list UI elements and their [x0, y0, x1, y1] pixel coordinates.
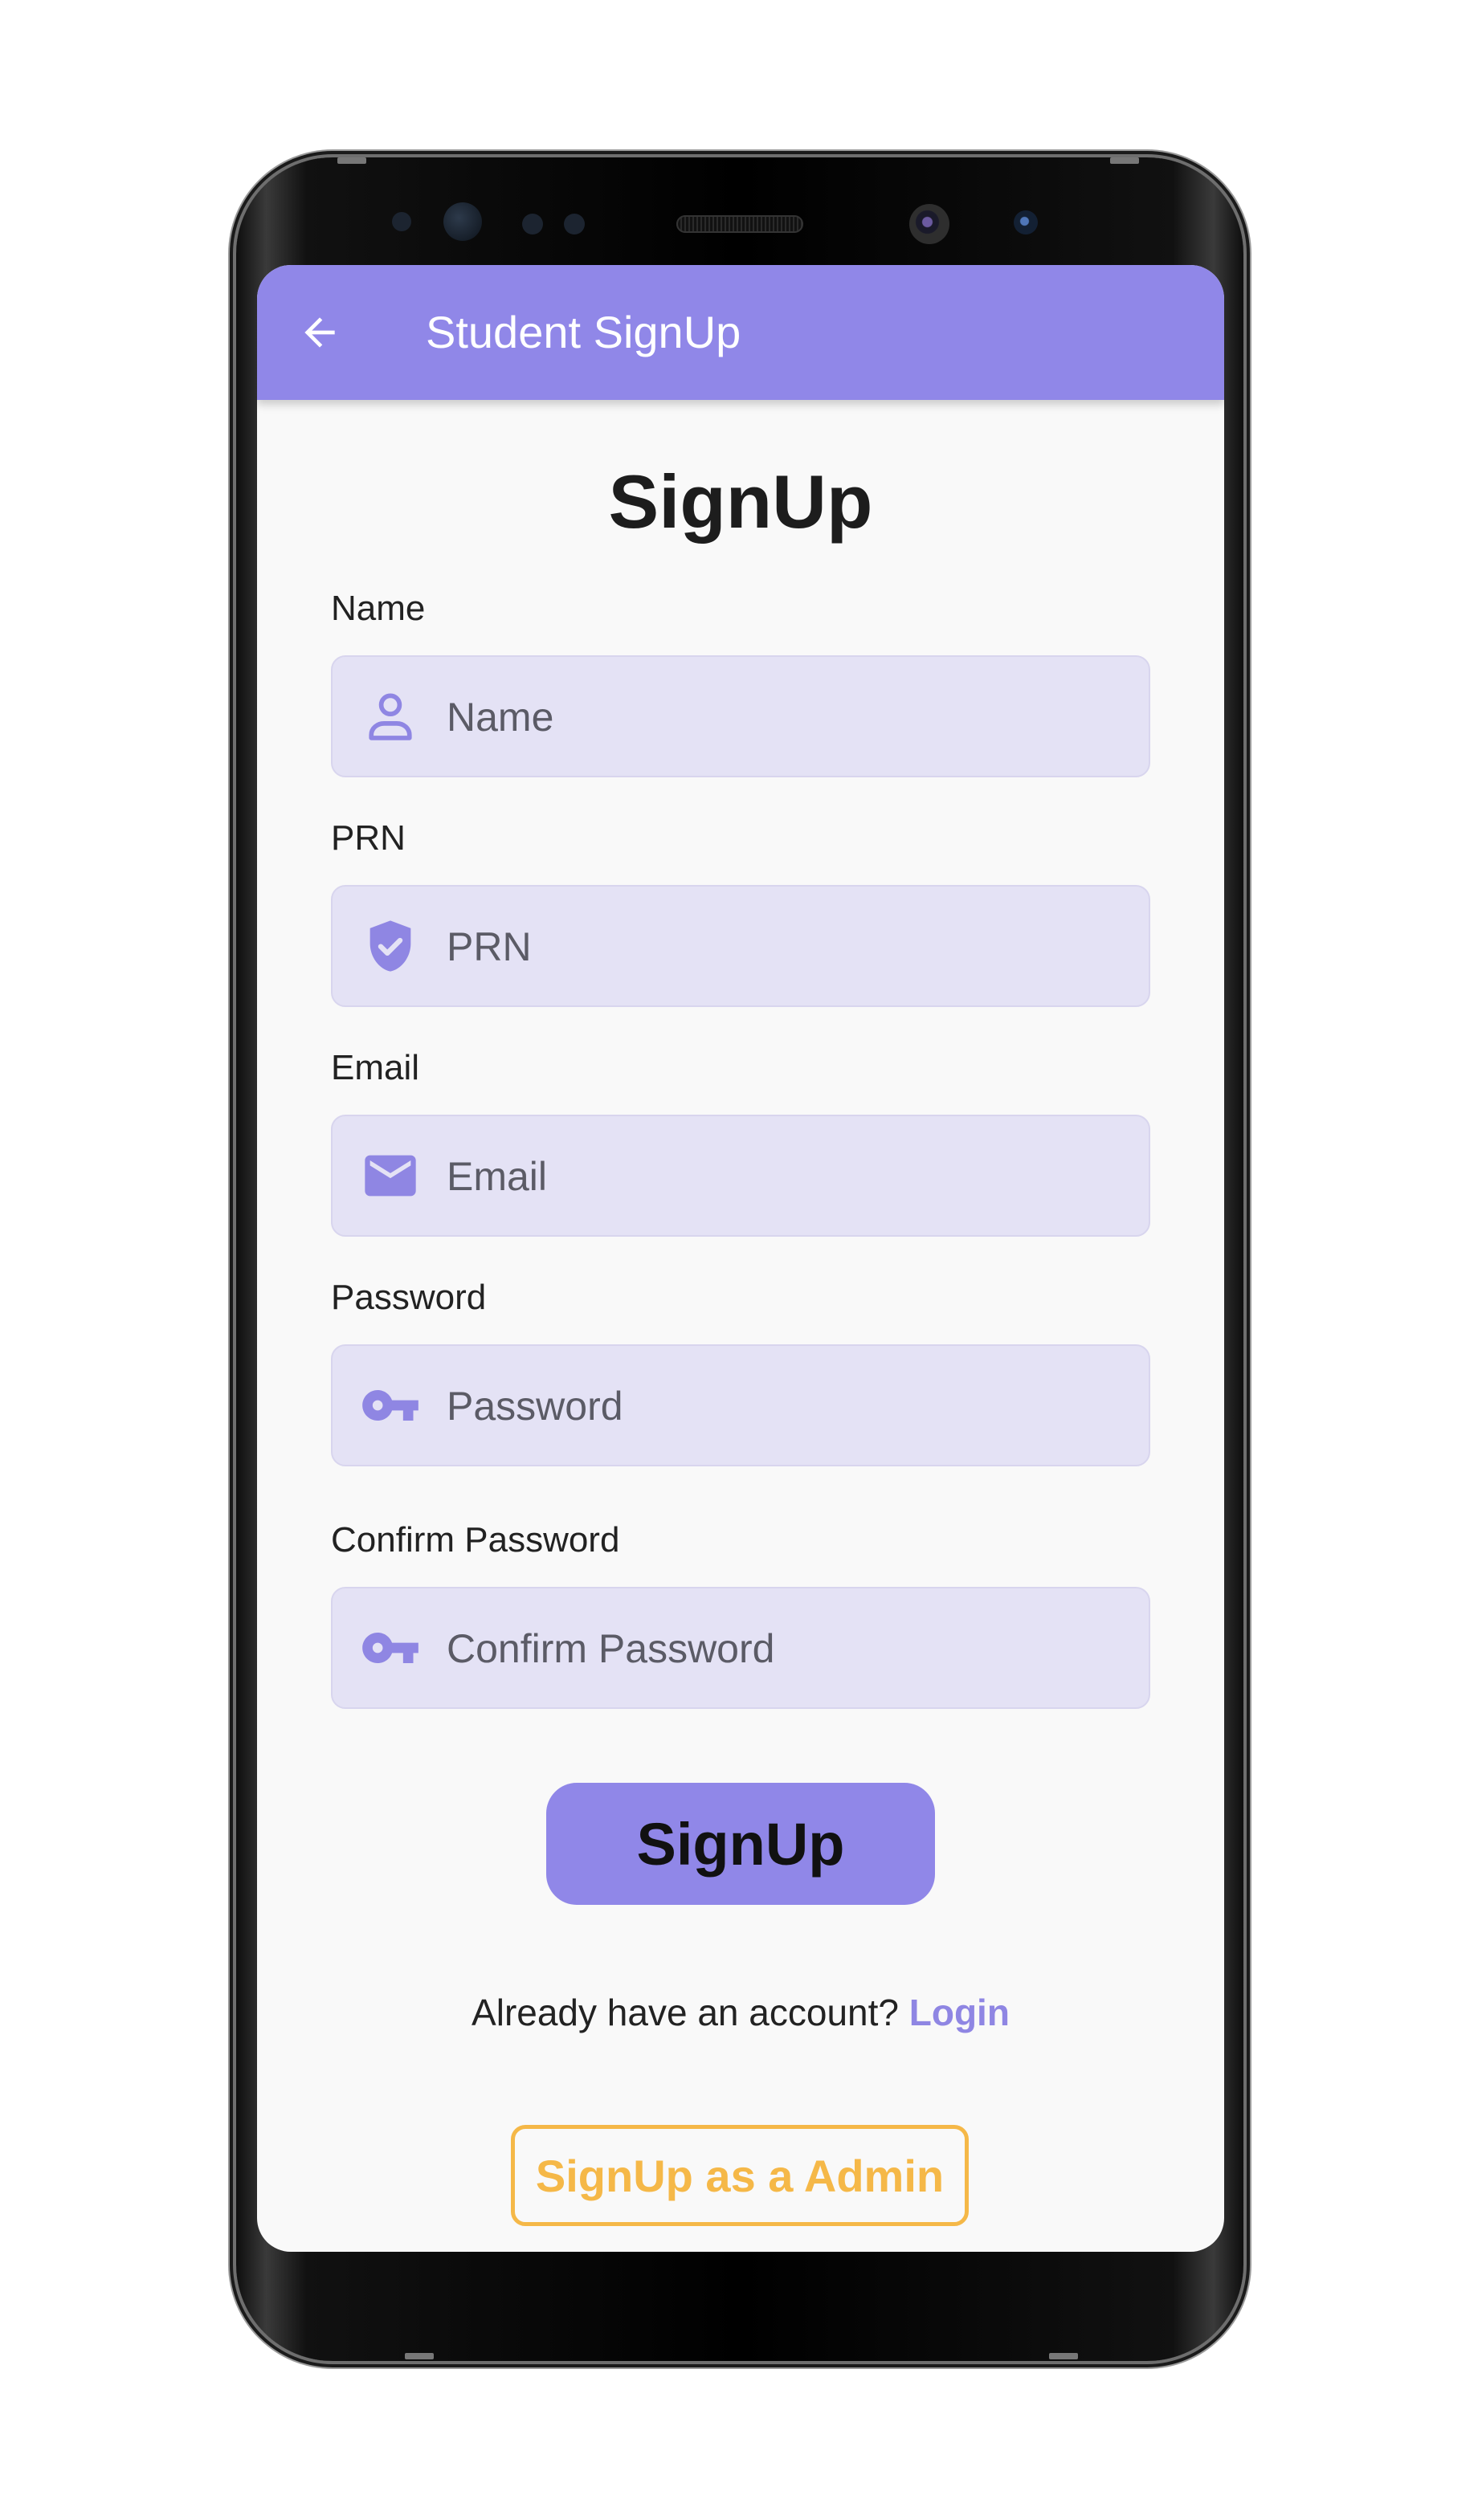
- app-screen: Student SignUp SignUp Name PRN Email: [257, 265, 1224, 2252]
- sensor-icon: [392, 212, 411, 231]
- name-field[interactable]: [331, 655, 1150, 777]
- person-icon: [369, 693, 412, 740]
- login-link[interactable]: Login: [909, 1992, 1010, 2033]
- sensor-icon: [564, 214, 585, 234]
- name-label: Name: [331, 589, 426, 628]
- email-field[interactable]: [331, 1115, 1150, 1237]
- password-field[interactable]: [331, 1344, 1150, 1466]
- key-icon: [362, 1390, 418, 1421]
- arrow-left-icon[interactable]: [297, 310, 342, 355]
- shield-check-icon: [369, 920, 411, 972]
- email-label: Email: [331, 1048, 420, 1087]
- name-input[interactable]: [445, 657, 1123, 777]
- frame-edge: [337, 157, 366, 164]
- sensor-icon: [522, 214, 543, 234]
- frame-edge: [1049, 2353, 1078, 2359]
- prn-label: PRN: [331, 818, 406, 858]
- prn-input[interactable]: [445, 887, 1123, 1007]
- email-input[interactable]: [445, 1116, 1123, 1237]
- mail-icon: [365, 1155, 416, 1197]
- app-bar: Student SignUp: [257, 265, 1224, 400]
- front-camera-icon: [909, 204, 949, 244]
- signup-admin-button[interactable]: SignUp as a Admin: [511, 2125, 969, 2226]
- front-sensor-icon: [1014, 210, 1038, 234]
- iris-sensor-icon: [443, 202, 482, 241]
- password-input[interactable]: [445, 1346, 1123, 1466]
- login-prompt-text: Already have an account?: [472, 1992, 899, 2033]
- confirm-password-input[interactable]: [445, 1588, 1123, 1709]
- app-bar-title: Student SignUp: [426, 307, 741, 357]
- confirm-password-label: Confirm Password: [331, 1520, 620, 1560]
- login-prompt: Already have an account? Login: [257, 1990, 1224, 2035]
- earpiece-speaker: [676, 215, 803, 233]
- prn-field[interactable]: [331, 885, 1150, 1007]
- password-label: Password: [331, 1278, 487, 1317]
- frame-edge: [405, 2353, 434, 2359]
- key-icon: [362, 1633, 418, 1663]
- page-title: SignUp: [608, 459, 873, 544]
- signup-button[interactable]: SignUp: [546, 1783, 935, 1905]
- device-mockup: Student SignUp SignUp Name PRN Email: [0, 0, 1482, 2520]
- frame-edge: [1110, 157, 1139, 164]
- confirm-password-field[interactable]: [331, 1587, 1150, 1709]
